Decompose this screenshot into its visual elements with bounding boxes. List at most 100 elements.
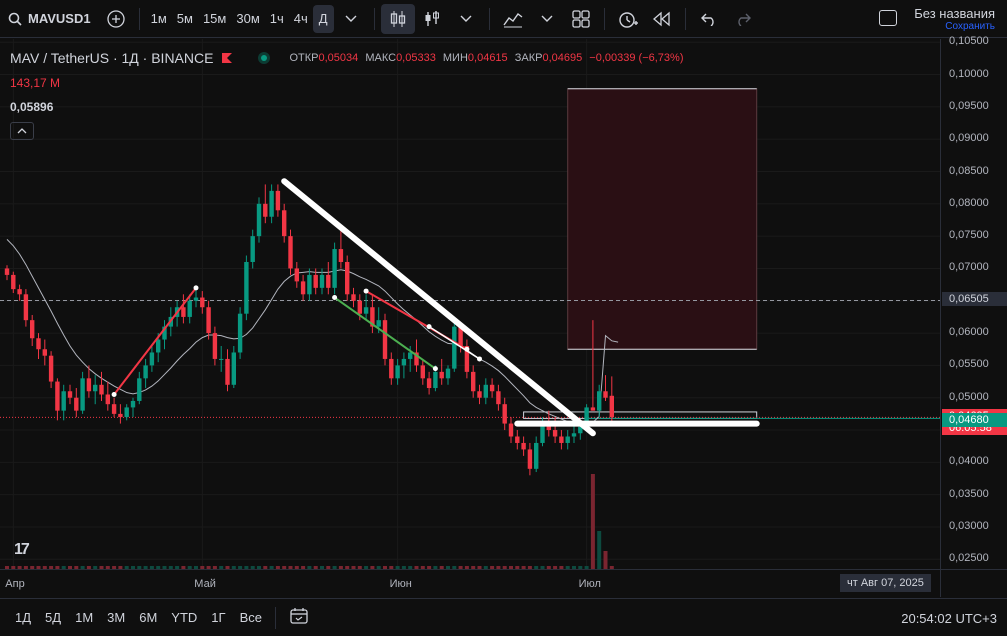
candle-body [609, 395, 614, 418]
volume-bar [597, 531, 602, 569]
timeframe-30m[interactable]: 30м [231, 0, 264, 38]
range-1m[interactable]: 1М [68, 610, 100, 625]
candle-body [471, 371, 476, 392]
candle-body [187, 300, 192, 317]
top-toolbar: MAVUSD1 1м 5м 15м 30м 1ч 4ч Д Без назван… [0, 0, 1007, 38]
chart-legend: MAV / TetherUS · 1Д · BINANCE ОТКР0,0503… [10, 50, 687, 66]
alert-button[interactable] [611, 0, 645, 38]
range-3m[interactable]: 3М [100, 610, 132, 625]
redo-button[interactable] [726, 0, 760, 38]
clock-timezone[interactable]: 20:54:02 UTC+3 [901, 611, 997, 626]
timeframe-1m[interactable]: 1м [146, 0, 172, 38]
candle-body [219, 358, 224, 360]
separator [684, 7, 686, 30]
candle-body [534, 442, 539, 469]
compare-symbol-button[interactable] [99, 0, 133, 38]
timeframe-1d[interactable]: Д [312, 4, 334, 33]
high-value: 0,05333 [396, 52, 436, 64]
candle-body [17, 289, 22, 295]
candle-body [590, 407, 596, 411]
candle-body [256, 203, 262, 237]
candle-body [565, 436, 570, 443]
candle-body [61, 391, 66, 411]
candle-body [118, 413, 123, 418]
symbol-search[interactable]: MAVUSD1 [0, 0, 99, 38]
price-label: 0,09000 [949, 132, 989, 145]
candle-body [408, 352, 413, 359]
flag-icon[interactable] [221, 52, 235, 64]
price-label: 0,06000 [949, 326, 989, 339]
price-label: 0,07000 [949, 261, 989, 274]
close-value: 0,04695 [542, 52, 583, 64]
goto-date-button[interactable] [282, 607, 316, 628]
candlestick-icon [390, 10, 405, 27]
price-label: 0,04000 [949, 455, 989, 468]
chart-type-dropdown[interactable] [449, 0, 483, 38]
time-label: Июн [389, 578, 412, 590]
trend-line-white-short-handle [477, 356, 482, 362]
volume-bar [603, 551, 608, 569]
ma-value: 0,05896 [10, 100, 54, 114]
price-axis[interactable]: 0,10500 0,10000 0,09500 0,09000 0,08500 0,080… [940, 35, 1007, 569]
price-chart[interactable] [0, 39, 940, 569]
candle-body [319, 274, 325, 288]
collapse-legend-button[interactable] [10, 122, 34, 140]
range-1y[interactable]: 1Г [204, 610, 232, 625]
layout-name-button[interactable]: Без названия Сохранить [914, 6, 995, 32]
chevron-down-icon [345, 15, 357, 22]
candle-body [156, 339, 161, 353]
chart-pane[interactable] [0, 39, 940, 569]
candle-body [231, 352, 236, 385]
candles-style-button[interactable] [380, 3, 415, 34]
price-label: 0,05500 [949, 358, 989, 371]
candle-body [225, 358, 230, 385]
timeframe-dropdown[interactable] [334, 0, 368, 38]
candle-body [149, 352, 155, 366]
candle-body [597, 391, 602, 411]
range-all[interactable]: Все [233, 610, 269, 625]
layout-checkbox[interactable] [879, 10, 897, 26]
range-ytd[interactable]: YTD [164, 610, 204, 625]
indicators-menu-button[interactable] [496, 0, 530, 38]
timeframe-4h[interactable]: 4ч [289, 0, 313, 38]
candle-body [559, 436, 564, 443]
save-link[interactable]: Сохранить [914, 21, 995, 32]
candle-body [389, 358, 394, 379]
resistance-trend-line [281, 178, 596, 437]
candle-body [420, 365, 425, 379]
candle-body [603, 391, 608, 398]
price-label: 0,02500 [949, 552, 989, 565]
timeframe-1h[interactable]: 1ч [265, 0, 289, 38]
time-axis[interactable]: чт Авг 07, 2025 Апр Май Июн Июл [0, 569, 940, 597]
bottom-toolbar: 1Д 5Д 1М 3М 6М YTD 1Г Все 20:54:02 UTC+3 [0, 598, 1007, 636]
price-label: 0,07500 [949, 229, 989, 242]
market-status-icon[interactable] [257, 51, 271, 65]
timeframe-15m[interactable]: 15м [198, 0, 231, 38]
candle-body [67, 391, 73, 398]
timeframe-5m[interactable]: 5м [172, 0, 198, 38]
ohlc-values: ОТКР0,05034 МАКС0,05333 МИН0,04615 ЗАКР0… [289, 52, 684, 64]
chevron-down-icon [460, 15, 472, 22]
range-6m[interactable]: 6М [132, 610, 164, 625]
indicators-button[interactable] [415, 0, 449, 38]
candle-body [93, 384, 98, 392]
candle-body [237, 313, 243, 353]
calendar-icon [290, 608, 308, 624]
indicators-dropdown[interactable] [530, 0, 564, 38]
undo-button[interactable] [692, 0, 726, 38]
candle-body [521, 442, 526, 450]
range-5d[interactable]: 5Д [38, 610, 68, 625]
candle-body [433, 371, 438, 389]
range-1d[interactable]: 1Д [8, 610, 38, 625]
separator [603, 7, 605, 30]
price-label: 0,03500 [949, 487, 989, 500]
replay-button[interactable] [645, 0, 679, 38]
templates-button[interactable] [564, 0, 598, 38]
symbol-title[interactable]: MAV / TetherUS · 1Д · BINANCE [10, 50, 213, 66]
candle-body [11, 274, 16, 290]
candle-body [181, 307, 186, 317]
axis-corner[interactable] [940, 569, 1007, 597]
candle-body [345, 261, 350, 295]
candle-body [36, 338, 41, 350]
candle-body [496, 391, 501, 405]
